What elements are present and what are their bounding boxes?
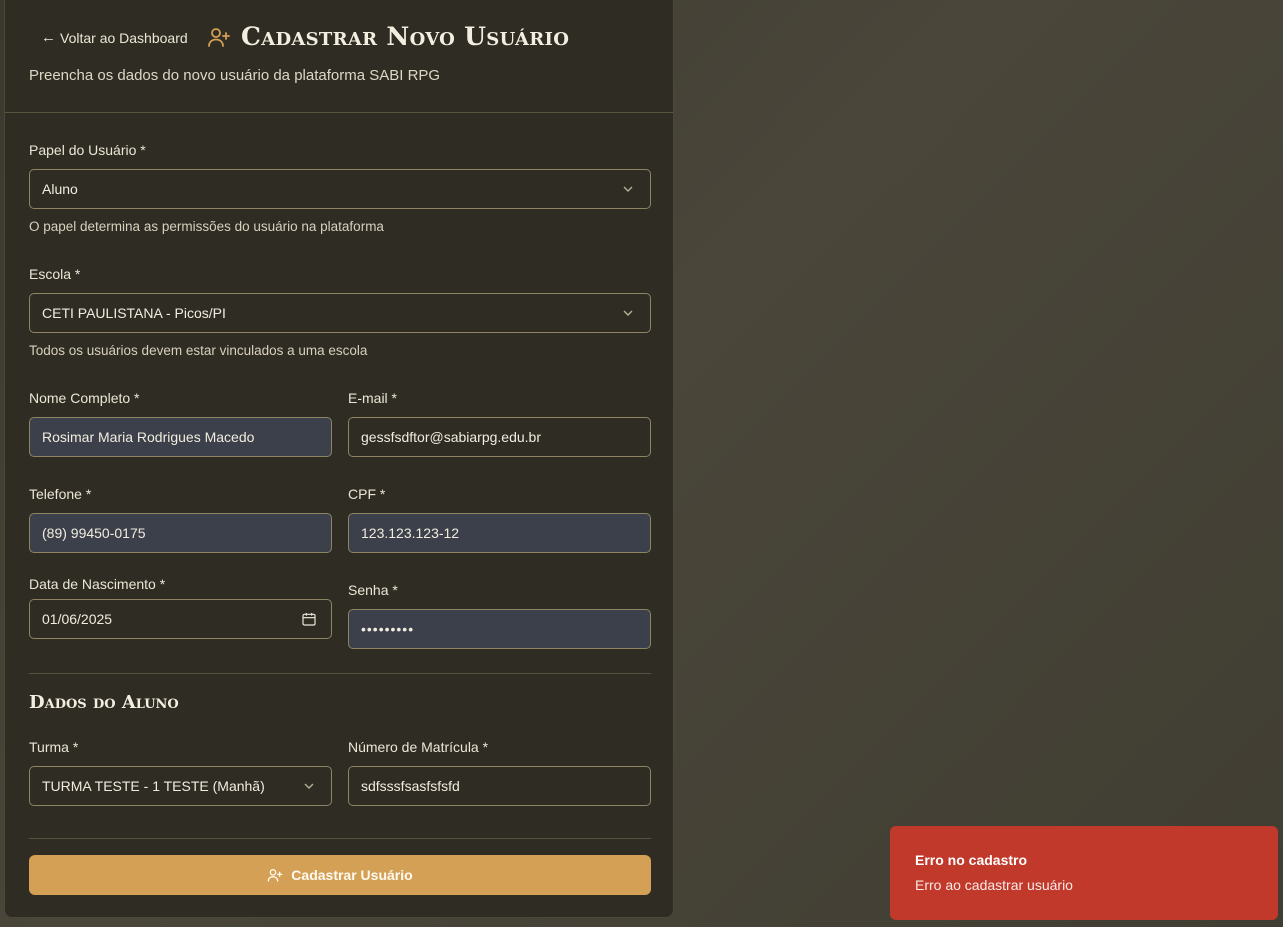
back-link-label: Voltar ao Dashboard: [60, 29, 188, 46]
password-input-value: •••••••••: [361, 621, 415, 637]
arrow-left-icon: ←: [41, 29, 56, 46]
back-to-dashboard-link[interactable]: ← Voltar ao Dashboard: [41, 29, 188, 46]
phone-input[interactable]: (89) 99450-0175: [29, 513, 332, 553]
phone-label: Telefone *: [29, 486, 92, 502]
page-title-group: Cadastrar Novo Usuário: [207, 22, 569, 51]
register-user-button[interactable]: Cadastrar Usuário: [29, 855, 651, 895]
toast-message: Erro ao cadastrar usuário: [915, 877, 1073, 893]
role-hint: O papel determina as permissões do usuár…: [29, 219, 384, 234]
cpf-label: CPF *: [348, 486, 386, 502]
page-subtitle: Preencha os dados do novo usuário da pla…: [29, 67, 441, 84]
role-select[interactable]: Aluno: [29, 169, 651, 209]
footer-divider: [29, 838, 651, 839]
password-input[interactable]: •••••••••: [348, 609, 651, 649]
school-label: Escola *: [29, 266, 81, 282]
birth-date-label: Data de Nascimento *: [29, 576, 166, 592]
class-select-value: TURMA TESTE - 1 TESTE (Manhã): [42, 778, 265, 794]
toast-title: Erro no cadastro: [915, 852, 1028, 868]
user-plus-icon: [267, 869, 283, 882]
error-toast[interactable]: Erro no cadastro Erro ao cadastrar usuár…: [890, 826, 1278, 920]
school-hint: Todos os usuários devem estar vinculados…: [29, 343, 368, 358]
page-title: Cadastrar Novo Usuário: [241, 22, 570, 51]
class-select[interactable]: TURMA TESTE - 1 TESTE (Manhã): [29, 766, 332, 806]
email-input[interactable]: gessfsdftor@sabiarpg.edu.br: [348, 417, 651, 457]
section-divider: [29, 673, 651, 674]
birth-date-input[interactable]: 01/06/2025: [29, 599, 332, 639]
register-user-panel: ← Voltar ao Dashboard Cadastrar Novo Usu…: [4, 0, 674, 918]
enrollment-input[interactable]: sdfsssfsasfsfsfd: [348, 766, 651, 806]
school-select[interactable]: CETI PAULISTANA - Picos/PI: [29, 293, 651, 333]
password-label: Senha *: [348, 582, 398, 598]
cpf-input[interactable]: 123.123.123-12: [348, 513, 651, 553]
enrollment-input-value: sdfsssfsasfsfsfd: [361, 778, 460, 794]
email-label: E-mail *: [348, 390, 398, 406]
user-plus-icon: [208, 27, 230, 47]
student-section-title: Dados do Aluno: [29, 692, 179, 713]
enrollment-label: Número de Matrícula *: [348, 739, 489, 755]
class-label: Turma *: [29, 739, 79, 755]
school-select-value: CETI PAULISTANA - Picos/PI: [42, 305, 226, 321]
birth-date-value: 01/06/2025: [42, 611, 113, 627]
role-label: Papel do Usuário *: [29, 142, 146, 158]
name-input[interactable]: Rosimar Maria Rodrigues Macedo: [29, 417, 332, 457]
name-input-value: Rosimar Maria Rodrigues Macedo: [42, 429, 255, 445]
email-input-value: gessfsdftor@sabiarpg.edu.br: [361, 429, 541, 445]
chevron-down-icon: [304, 783, 314, 789]
calendar-icon[interactable]: [301, 611, 317, 627]
chevron-down-icon: [623, 310, 633, 316]
name-label: Nome Completo *: [29, 390, 140, 406]
panel-header: ← Voltar ao Dashboard Cadastrar Novo Usu…: [5, 0, 673, 113]
chevron-down-icon: [623, 186, 633, 192]
register-button-label: Cadastrar Usuário: [291, 867, 413, 883]
phone-input-value: (89) 99450-0175: [42, 525, 146, 541]
role-select-value: Aluno: [42, 181, 78, 197]
cpf-input-value: 123.123.123-12: [361, 525, 460, 541]
